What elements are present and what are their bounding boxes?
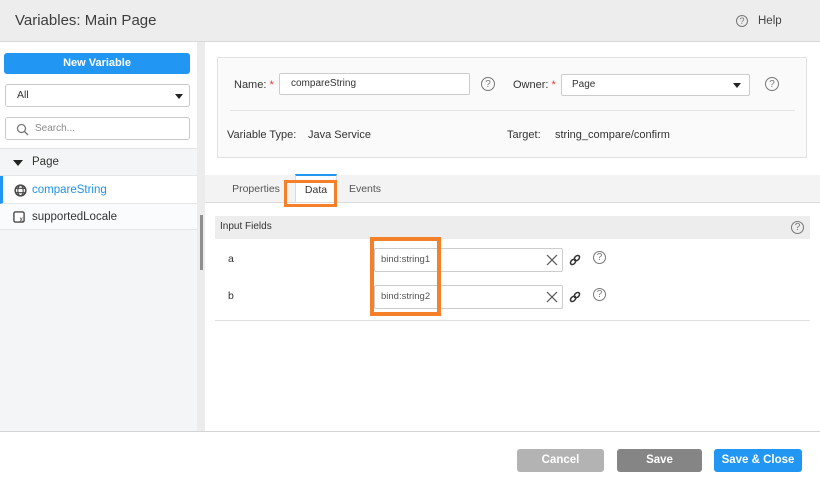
svg-text:x: x [19, 217, 23, 224]
